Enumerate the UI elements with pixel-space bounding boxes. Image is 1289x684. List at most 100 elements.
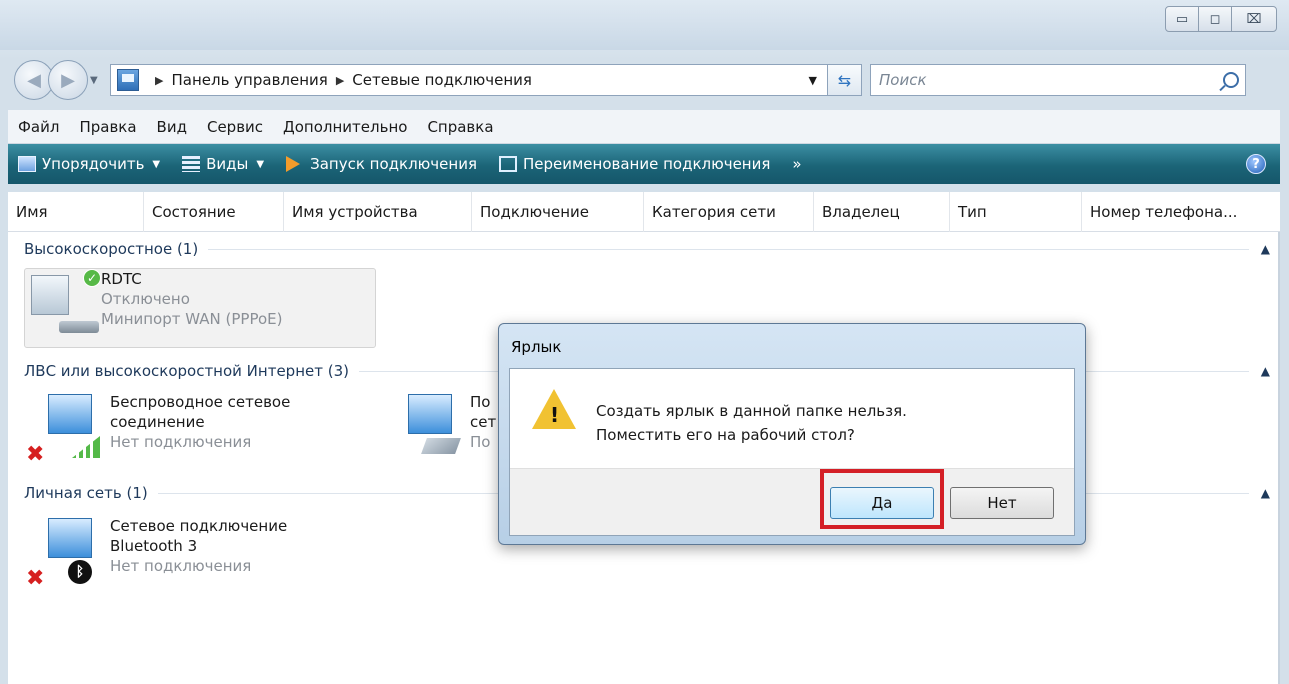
rename-connection-button[interactable]: Переименование подключения (498, 155, 771, 173)
more-commands-button[interactable]: » (792, 155, 801, 173)
menu-edit[interactable]: Правка (79, 118, 136, 136)
group-title: Высокоскоростное (1) (24, 240, 199, 258)
arrow-right-icon (286, 156, 304, 172)
group-title: ЛВС или высокоскоростной Интернет (3) (24, 362, 349, 380)
chevron-right-icon[interactable]: ▶ (336, 74, 344, 87)
connection-name-line1: Сетевое подключение (110, 517, 288, 535)
group-title: Личная сеть (1) (24, 484, 148, 502)
close-button[interactable]: ⌧ (1231, 6, 1277, 32)
no-button[interactable]: Нет (950, 487, 1054, 519)
command-bar: Упорядочить ▼ Виды ▼ Запуск подключения … (8, 144, 1280, 184)
search-placeholder: Поиск (879, 71, 927, 89)
connection-status: Отключено (101, 290, 190, 308)
computer-icon (48, 518, 92, 558)
refresh-button[interactable]: ⇆ (828, 64, 862, 96)
connection-name-line1: Беспроводное сетевое (110, 393, 291, 411)
control-panel-icon (117, 69, 139, 91)
column-phone-number[interactable]: Номер телефона... (1082, 192, 1280, 232)
minimize-button[interactable]: ▭ (1165, 6, 1199, 32)
menu-file[interactable]: Файл (18, 118, 59, 136)
connection-name-line1: По (470, 393, 491, 411)
shortcut-dialog: Ярлык ! Создать ярлык в данной папке нел… (498, 323, 1086, 545)
menu-help[interactable]: Справка (427, 118, 493, 136)
dialog-message-line2: Поместить его на рабочий стол? (596, 426, 855, 444)
chevron-down-icon: ▼ (152, 158, 161, 170)
group-high-speed[interactable]: Высокоскоростное (1) ▲ (24, 238, 1270, 260)
rename-connection-label: Переименование подключения (522, 155, 771, 173)
menu-advanced[interactable]: Дополнительно (283, 118, 407, 136)
column-device-name[interactable]: Имя устройства (284, 191, 472, 232)
rename-icon (498, 156, 517, 172)
menu-tools[interactable]: Сервис (207, 118, 263, 136)
organize-icon (18, 156, 36, 172)
window-controls: ▭ ◻ ⌧ (1165, 6, 1277, 32)
start-connection-label: Запуск подключения (310, 155, 477, 173)
signal-bars-icon (72, 436, 100, 458)
cable-icon (421, 438, 461, 454)
dialog-message-line1: Создать ярлык в данной папке нельзя. (596, 402, 907, 420)
computer-icon (408, 394, 452, 434)
help-icon[interactable]: ? (1246, 154, 1266, 174)
views-button[interactable]: Виды ▼ (182, 155, 264, 173)
x-icon: ✖ (26, 566, 45, 591)
back-arrow-icon: ◀ (27, 69, 41, 91)
modem-icon (59, 321, 99, 333)
views-label: Виды (206, 155, 249, 173)
chevron-down-icon[interactable]: ▼ (256, 159, 264, 170)
check-icon: ✓ (83, 269, 101, 287)
column-connection[interactable]: Подключение (472, 191, 644, 232)
menu-bar: Файл Правка Вид Сервис Дополнительно Спр… (8, 110, 1280, 144)
title-bar: ▭ ◻ ⌧ (0, 0, 1289, 50)
connection-status: По (470, 433, 491, 451)
connection-rdtc[interactable]: ✓ RDTC Отключено Минипорт WAN (PPPoE) (24, 268, 376, 348)
search-icon[interactable] (1223, 72, 1239, 88)
chevron-up-icon[interactable]: ▲ (1261, 242, 1270, 256)
lan-connection-icon (384, 392, 464, 462)
address-bar[interactable]: ▶ Панель управления ▶ Сетевые подключени… (110, 64, 828, 96)
breadcrumb-network-connections[interactable]: Сетевые подключения (352, 71, 532, 89)
column-owner[interactable]: Владелец (814, 191, 950, 232)
column-headers: Имя Состояние Имя устройства Подключение… (8, 191, 1280, 232)
address-row: ◀ ▶ ▼ ▶ Панель управления ▶ Сетевые подк… (14, 60, 1280, 100)
connection-lan[interactable]: По сет По (384, 392, 514, 466)
connection-name: RDTC (101, 270, 142, 288)
organize-button[interactable]: Упорядочить ▼ (18, 155, 160, 173)
connection-status: Нет подключения (110, 557, 252, 575)
organize-label: Упорядочить (42, 155, 145, 173)
connection-device: Минипорт WAN (PPPoE) (101, 310, 283, 328)
connection-name-line2: соединение (110, 413, 205, 431)
chevron-down-icon[interactable]: ▼ (809, 74, 817, 87)
forward-arrow-icon: ▶ (61, 69, 75, 91)
connection-status: Нет подключения (110, 433, 252, 451)
column-status[interactable]: Состояние (144, 191, 284, 232)
breadcrumb-control-panel[interactable]: Панель управления (171, 71, 327, 89)
bluetooth-connection-icon: ✖ ᛒ (24, 516, 104, 591)
connection-wireless[interactable]: ✖ Беспроводное сетевое соединение Нет по… (24, 392, 354, 467)
forward-button[interactable]: ▶ (48, 60, 88, 100)
chevron-up-icon[interactable]: ▲ (1261, 364, 1270, 378)
dialog-body: ! Создать ярлык в данной папке нельзя. П… (509, 368, 1075, 536)
search-input[interactable]: Поиск (870, 64, 1246, 96)
chevron-right-icon[interactable]: ▶ (155, 74, 163, 87)
yes-button[interactable]: Да (830, 487, 934, 519)
dialup-connection-icon: ✓ (25, 269, 105, 339)
menu-view[interactable]: Вид (157, 118, 187, 136)
computer-icon (48, 394, 92, 434)
connection-name-line2: сет (470, 413, 497, 431)
dialog-message: Создать ярлык в данной папке нельзя. Пом… (596, 399, 907, 447)
dialog-title: Ярлык (511, 338, 562, 356)
group-divider (208, 248, 1249, 250)
column-type[interactable]: Тип (950, 191, 1082, 232)
start-connection-button[interactable]: Запуск подключения (286, 155, 477, 173)
dialog-message-area: ! Создать ярлык в данной папке нельзя. П… (510, 369, 1074, 469)
connection-name-line2: Bluetooth 3 (110, 537, 198, 555)
views-icon (182, 156, 201, 172)
column-name[interactable]: Имя (8, 191, 144, 232)
chevron-up-icon[interactable]: ▲ (1261, 486, 1270, 500)
connection-bluetooth[interactable]: ✖ ᛒ Сетевое подключение Bluetooth 3 Нет … (24, 516, 354, 591)
maximize-button[interactable]: ◻ (1198, 6, 1232, 32)
column-network-category[interactable]: Категория сети (644, 191, 814, 232)
history-dropdown[interactable]: ▼ (90, 75, 104, 86)
computer-icon (31, 275, 69, 315)
wireless-connection-icon: ✖ (24, 392, 104, 467)
